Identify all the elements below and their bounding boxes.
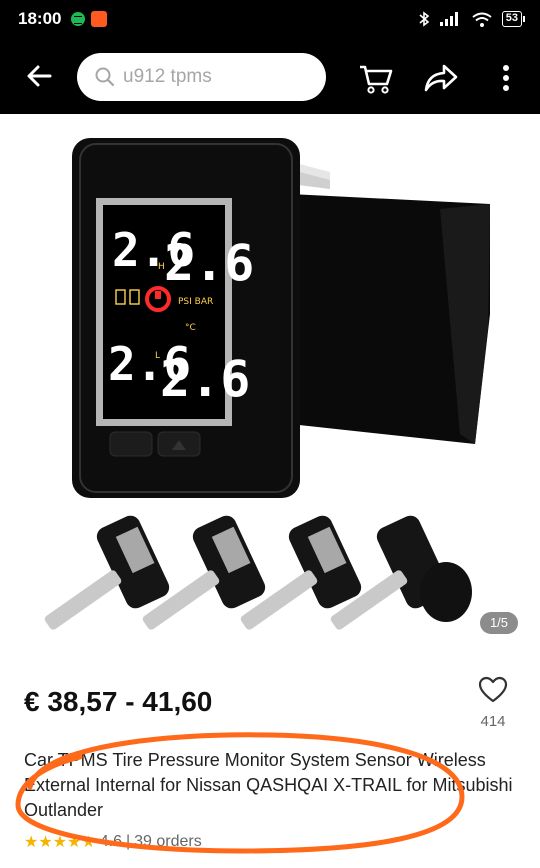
star-rating-icon: ★★★★★	[24, 834, 96, 851]
orders-count: 39 orders	[134, 833, 202, 850]
rating-separator: |	[125, 833, 131, 850]
cart-button[interactable]	[356, 58, 396, 98]
back-button[interactable]	[22, 58, 58, 94]
display-top-right: 2.6	[164, 234, 254, 292]
bluetooth-icon	[419, 11, 430, 27]
display-celsius: °C	[185, 323, 196, 333]
app-toolbar	[0, 38, 540, 114]
rating-row[interactable]: ★★★★★ 4.6 | 39 orders	[24, 832, 202, 852]
search-input[interactable]	[123, 66, 323, 88]
signal-icon	[439, 12, 458, 26]
display-h-mark: H	[158, 262, 165, 272]
status-bar: 18:00 53	[0, 0, 540, 38]
search-bar[interactable]	[77, 53, 326, 101]
search-icon	[95, 67, 115, 87]
battery-indicator: 53	[501, 11, 526, 27]
wishlist-button[interactable]: 414	[470, 676, 516, 730]
status-time: 18:00	[18, 9, 62, 28]
display-l-mark: L	[155, 351, 160, 361]
arrow-left-icon	[27, 65, 52, 87]
more-options-button[interactable]	[488, 58, 524, 98]
display-bottom-right: 2.6	[160, 350, 250, 408]
spotify-icon	[71, 12, 86, 26]
wifi-icon	[472, 12, 492, 27]
cart-icon	[360, 65, 393, 94]
share-icon	[424, 64, 458, 92]
display-units: PSI BAR	[178, 297, 213, 307]
wishlist-count: 414	[480, 713, 506, 730]
more-vertical-icon	[503, 65, 509, 91]
product-image-gallery[interactable]: 2.6 2.6 H PSI BAR °C 2.6 2.6 L	[0, 114, 540, 644]
share-button[interactable]	[420, 58, 460, 98]
rating-value: 4.6	[99, 833, 122, 850]
image-counter-badge: 1/5	[480, 612, 518, 634]
heart-icon	[478, 676, 508, 703]
product-price: € 38,57 - 41,60	[24, 686, 213, 717]
aliexpress-icon	[91, 11, 108, 27]
product-image: 2.6 2.6 H PSI BAR °C 2.6 2.6 L	[44, 138, 490, 630]
product-title: Car TPMS Tire Pressure Monitor System Se…	[24, 750, 513, 820]
